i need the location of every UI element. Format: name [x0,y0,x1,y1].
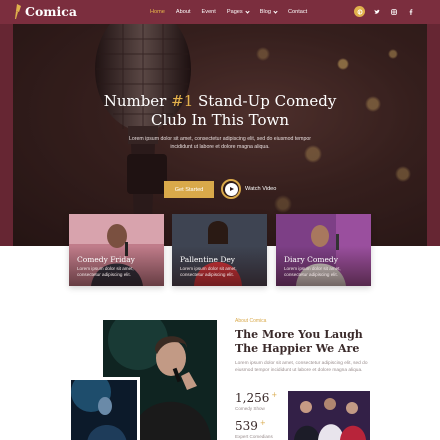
nav-label: About [175,9,191,15]
nav-item-home[interactable]: Home [150,9,165,15]
hero-title-line2: Club In This Town [151,111,289,129]
stat-comedy-show: 1,256 + Comedy Show [235,391,277,411]
get-started-button[interactable]: Get Started [164,181,214,198]
event-card-comedy-friday[interactable]: Comedy Friday Lorem ipsum dolor sit amet… [69,214,164,286]
card-title: Comedy Friday [77,255,135,264]
card-text: Lorem ipsum dolor sit amet, consectetur … [284,266,341,278]
stat-value: 539 [235,419,258,433]
hero-title-highlight: #1 [171,92,194,110]
site-header: Comica Home About Event Pages Blog Conta… [0,0,440,24]
hero-title: Number #1 Stand-Up Comedy Club In This T… [0,92,440,130]
hero-subtitle: Lorem ipsum dolor sit amet, consectetur … [129,136,311,150]
event-card-pallentine-dey[interactable]: Pallentine Dey Lorem ipsum dolor sit ame… [172,214,267,286]
hero-title-part: Stand-Up Comedy [193,92,337,110]
about-text: Lorem ipsum dolor sit amet, consectetur … [235,361,368,373]
brand-name: Comica [25,4,77,19]
social-links [354,6,416,17]
nav-item-pages[interactable]: Pages [226,8,250,15]
stat-comedians: 539 + Expert Comedians [235,419,273,439]
nav-label: Event [201,9,216,15]
watch-video-link[interactable]: Watch Video [245,186,276,192]
card-text: Lorem ipsum dolor sit amet, consectetur … [180,266,237,278]
about-label: About Comica [235,318,267,324]
nav-item-about[interactable]: About [176,9,191,15]
play-video-button[interactable] [221,179,241,199]
chevron-down-icon [273,8,278,14]
nav-label: Pages [226,9,243,15]
nav-label: Home [150,9,165,15]
event-card-diary-comedy[interactable]: Diary Comedy Lorem ipsum dolor sit amet,… [276,214,371,286]
microphone-logo-icon [15,4,21,19]
nav-label: Contact [287,9,308,15]
nav-label: Blog [259,9,271,15]
chevron-down-icon [245,8,250,14]
card-title: Pallentine Dey [180,255,236,264]
facebook-icon[interactable] [405,6,416,17]
about-photo-singer [68,377,140,440]
stat-value: 1,256 [235,391,270,405]
stat-value-row: 539 + [235,419,273,433]
stat-plus: + [271,391,278,399]
hero-title-part: Number [103,92,172,110]
hero-section: Number #1 Stand-Up Comedy Club In This T… [0,24,440,246]
nav-item-contact[interactable]: Contact [288,9,307,15]
about-title: The More You Laugh The Happier We Are [235,328,363,355]
card-title: Diary Comedy [284,255,338,264]
nav-item-blog[interactable]: Blog [259,8,278,15]
twitter-icon[interactable] [371,6,382,17]
event-cards: Comedy Friday Lorem ipsum dolor sit amet… [69,214,371,286]
nav-item-event[interactable]: Event [202,9,216,15]
instagram-icon[interactable] [388,6,399,17]
card-text: Lorem ipsum dolor sit amet, consectetur … [77,266,134,278]
stat-plus: + [259,419,266,427]
pinterest-icon[interactable] [354,6,365,17]
about-photo-audience [288,391,370,440]
stat-label: Comedy Show [235,406,265,411]
stat-value-row: 1,256 + [235,391,277,405]
logo[interactable]: Comica [13,3,77,20]
play-icon [224,182,238,196]
stat-label: Expert Comedians [235,434,273,439]
main-nav: Home About Event Pages Blog Contact [150,0,307,24]
